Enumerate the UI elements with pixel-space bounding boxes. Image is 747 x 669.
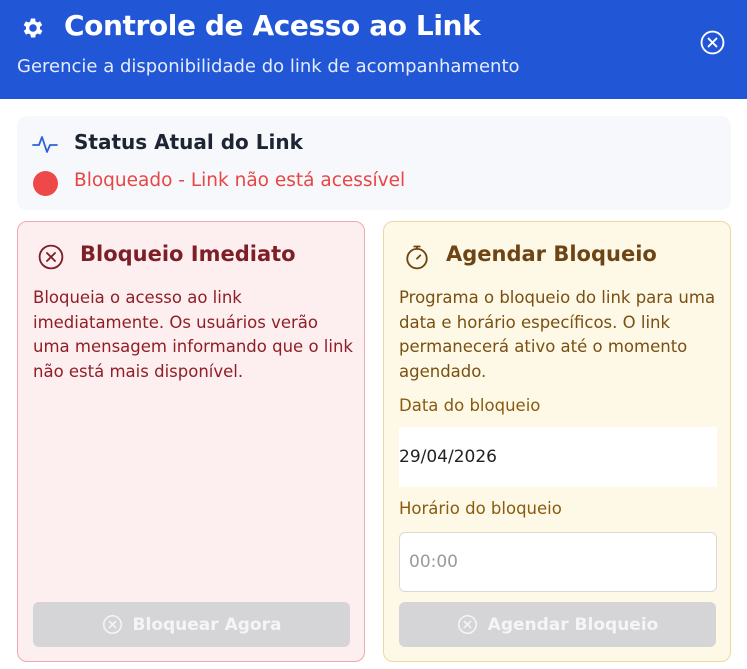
schedule-block-description: Programa o bloqueio do link para uma dat… [399, 288, 716, 381]
immediate-block-title: Bloqueio Imediato [80, 242, 296, 266]
schedule-block-label: Agendar Bloqueio [487, 614, 659, 635]
gear-icon [23, 18, 43, 38]
time-label: Horário do bloqueio [399, 499, 562, 518]
activity-pulse-icon [32, 136, 58, 153]
status-panel: Status Atual do Link Bloqueado - Link nã… [17, 116, 731, 210]
timer-icon [406, 245, 428, 270]
schedule-block-card: Agendar Bloqueio Programa o bloqueio do … [383, 221, 731, 662]
block-now-button[interactable]: Bloquear Agora [33, 602, 350, 647]
block-now-label: Bloquear Agora [132, 614, 282, 635]
dialog-subtitle: Gerencie a disponibilidade do link de ac… [17, 56, 520, 77]
dialog-title: Controle de Acesso ao Link [64, 9, 481, 42]
immediate-block-card: Bloqueio Imediato Bloqueia o acesso ao l… [17, 221, 365, 662]
date-label: Data do bloqueio [399, 396, 541, 415]
status-title: Status Atual do Link [74, 130, 303, 154]
status-text: Bloqueado - Link não está acessível [74, 170, 406, 191]
schedule-block-button[interactable]: Agendar Bloqueio [399, 602, 716, 647]
time-field[interactable]: 00:00 [399, 532, 717, 592]
status-indicator-dot [33, 171, 58, 196]
x-circle-icon [457, 614, 477, 635]
header: Controle de Acesso ao Link Gerencie a di… [0, 0, 747, 99]
x-circle-icon [102, 614, 122, 635]
x-circle-icon [38, 244, 64, 270]
date-field[interactable]: 29/04/2026 [399, 427, 717, 487]
schedule-block-title: Agendar Bloqueio [446, 242, 657, 266]
close-icon[interactable] [700, 30, 725, 55]
immediate-block-description: Bloqueia o acesso ao link imediatamente.… [33, 288, 353, 381]
